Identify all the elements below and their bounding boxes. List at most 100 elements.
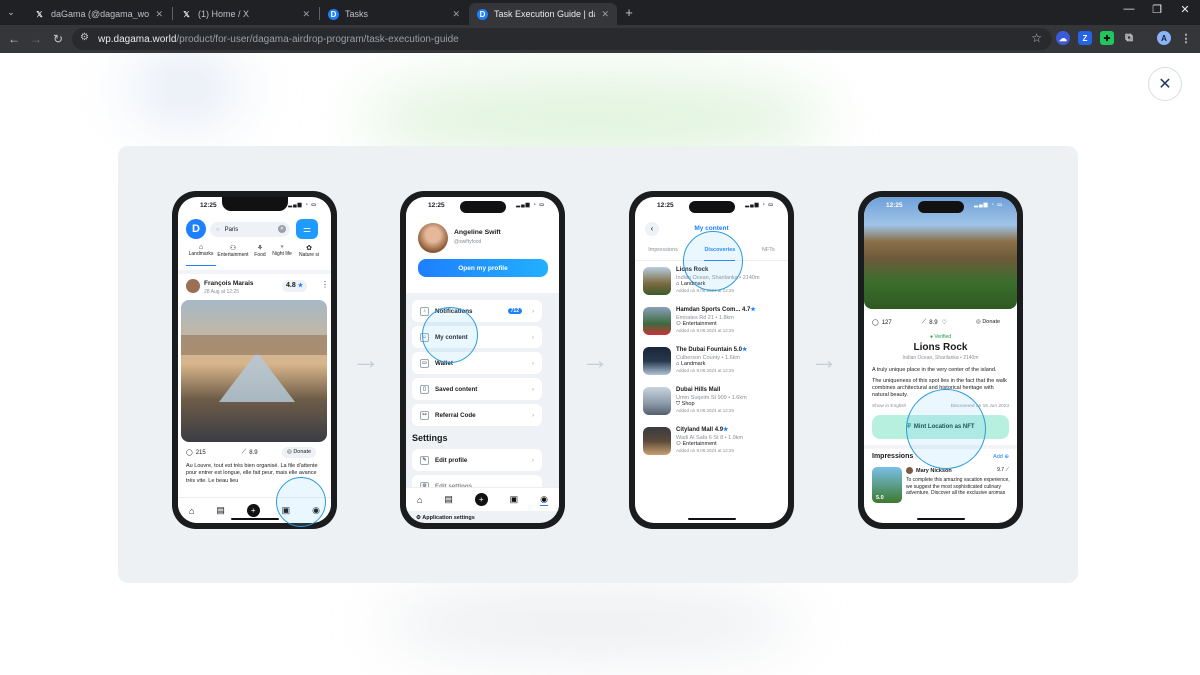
tab-night-life[interactable]: ♆ Night life bbox=[270, 244, 294, 266]
sliders-icon: ⚌ bbox=[302, 223, 312, 234]
extension-grid-icon[interactable]: ✚ bbox=[1100, 31, 1114, 45]
avatar[interactable] bbox=[418, 223, 448, 253]
list-item[interactable]: Dubai Hills Mall Umm Suqeim St 909 • 1.6k… bbox=[643, 387, 783, 423]
tab-impressions[interactable]: Impressions bbox=[648, 247, 678, 260]
profile-name: Angeline Swift bbox=[454, 229, 501, 236]
tab-food[interactable]: ⚘ Food bbox=[250, 244, 270, 266]
donate-button[interactable]: ◎ Donate bbox=[976, 319, 1000, 325]
status-time: 12:25 bbox=[428, 202, 445, 209]
menu-edit-profile[interactable]: ✎ Edit profile › bbox=[412, 449, 542, 471]
verified-label: Verified bbox=[934, 334, 952, 340]
extension-cloud-icon[interactable]: ☁ bbox=[1056, 31, 1070, 45]
search-value: Paris bbox=[224, 226, 239, 233]
bookmark-star-icon[interactable]: ☆ bbox=[1031, 31, 1042, 45]
avatar[interactable] bbox=[186, 279, 200, 293]
search-icon: ○ bbox=[216, 226, 220, 233]
reload-icon[interactable]: ↻ bbox=[49, 30, 67, 48]
show-in-english-link[interactable]: Show in English bbox=[872, 404, 906, 409]
tab-nfts[interactable]: NFTs bbox=[762, 247, 775, 260]
tab-task-execution-guide[interactable]: D Task Execution Guide | daGama ✕ bbox=[469, 3, 617, 25]
place-rating: 5.0 bbox=[733, 347, 743, 353]
window-close-icon[interactable]: ✕ bbox=[1174, 3, 1196, 16]
landmark-icon: ⌂ bbox=[198, 244, 204, 251]
home-icon[interactable]: ⌂ bbox=[417, 495, 422, 505]
added-date: Added on 8.08.2024 at 12:25 bbox=[676, 408, 735, 414]
more-icon[interactable]: ⋮ bbox=[321, 280, 329, 289]
menu-application-settings[interactable]: ⚙ Application settings bbox=[416, 515, 475, 521]
profile-icon[interactable]: ◉ bbox=[540, 494, 548, 506]
clear-icon[interactable]: ✕ bbox=[278, 225, 286, 233]
menu-label: Referral Code bbox=[435, 411, 476, 419]
map-icon[interactable]: ▤ bbox=[444, 494, 453, 505]
profile-avatar[interactable]: A bbox=[1157, 31, 1171, 45]
score[interactable]: ⟋ 8.9 bbox=[242, 449, 282, 456]
tab-dagama-x[interactable]: 𝕏 daGama (@dagama_world) / X ✕ bbox=[26, 3, 171, 25]
extensions-puzzle-icon[interactable]: ⧉ bbox=[1122, 31, 1136, 45]
home-icon[interactable]: ⌂ bbox=[189, 506, 194, 516]
search-input[interactable]: ○ Paris ✕ bbox=[210, 222, 290, 237]
category-tabs: ⌂ Landmarks ⚇ Entertainment ⚘ Food ♆ Night l… bbox=[178, 244, 331, 266]
close-icon[interactable]: ✕ bbox=[302, 9, 310, 20]
bg-glow bbox=[380, 593, 800, 653]
add-location-icon[interactable]: + bbox=[474, 493, 488, 506]
phone-screen: 12:25 ▂▄▆ ◔ ▭ ◯ 127 ⟋ 8.9 ♡ ◎ Donate ● Verif… bbox=[864, 197, 1017, 523]
donate-button[interactable]: ◎ Donate bbox=[282, 447, 317, 458]
review-score: 9.7 ⟋ bbox=[997, 467, 1009, 473]
comments-count[interactable]: ◯ 215 bbox=[186, 449, 236, 457]
home-indicator bbox=[230, 518, 279, 520]
filter-button[interactable]: ⚌ bbox=[296, 219, 318, 239]
tasks-icon[interactable]: ▣ bbox=[510, 494, 519, 505]
tab-nature[interactable]: ✿ Nature si bbox=[294, 244, 324, 266]
list-item[interactable]: Hamdan Sports Com... 4.7★ Emirates Rd 21 … bbox=[643, 307, 783, 343]
extension-z-icon[interactable]: Z bbox=[1078, 31, 1092, 45]
close-icon[interactable]: ✕ bbox=[452, 9, 460, 20]
chevron-right-icon: › bbox=[531, 333, 534, 341]
forward-arrow-icon[interactable]: → bbox=[27, 30, 45, 48]
phone-screen: 12:25 ▂▄▆ ◔ ▭ D ○ Paris ✕ ⚌ ⌂ Landmarks ⚇ En… bbox=[178, 197, 331, 523]
menu-referral-code[interactable]: ⚯ Referral Code › bbox=[412, 404, 542, 426]
minimize-icon[interactable]: — bbox=[1118, 3, 1140, 15]
tab-title: daGama (@dagama_world) / X bbox=[51, 9, 150, 19]
score[interactable]: ⟋ 8.9 ♡ bbox=[922, 319, 947, 326]
menu-label: Saved content bbox=[435, 385, 478, 393]
close-icon[interactable]: ✕ bbox=[601, 9, 609, 20]
url-host: wp.dagama.world bbox=[98, 33, 177, 45]
heart-icon[interactable]: ♡ bbox=[942, 319, 947, 326]
status-time: 12:25 bbox=[200, 202, 217, 209]
bell-icon: ♪ bbox=[420, 306, 429, 316]
restore-icon[interactable]: ❐ bbox=[1146, 3, 1168, 16]
divider bbox=[178, 270, 331, 274]
notification-badge: 712 bbox=[507, 308, 522, 314]
list-item[interactable]: Cityland Mall 4.9★ Wadi Al Safa 6 St 8 • … bbox=[643, 427, 783, 463]
address-bar[interactable]: ⚙ wp.dagama.world/product/for-user/dagam… bbox=[72, 28, 1052, 50]
tab-entertainment[interactable]: ⚇ Entertainment bbox=[216, 244, 250, 266]
menu-kebab-icon[interactable]: ⋮ bbox=[1179, 31, 1193, 45]
close-guide-button[interactable]: ✕ bbox=[1148, 67, 1182, 101]
back-arrow-icon[interactable]: ← bbox=[5, 30, 23, 48]
comments-count[interactable]: ◯ 127 bbox=[872, 319, 892, 327]
tab-search-chevron-icon[interactable]: ⌄ bbox=[2, 3, 20, 21]
add-impression-button[interactable]: Add ⊕ bbox=[993, 454, 1009, 460]
close-icon[interactable]: ✕ bbox=[155, 9, 163, 20]
site-info-icon[interactable]: ⚙ bbox=[80, 32, 89, 43]
tab-landmarks[interactable]: ⌂ Landmarks bbox=[186, 244, 216, 266]
menu-label: Edit profile bbox=[435, 456, 468, 464]
post-author[interactable]: François Marais bbox=[204, 280, 254, 287]
added-date: Added on 8.08.2024 at 12:25 bbox=[676, 328, 735, 334]
tab-tasks[interactable]: D Tasks ✕ bbox=[320, 3, 468, 25]
tab-home-x[interactable]: 𝕏 (1) Home / X ✕ bbox=[173, 3, 318, 25]
post-photo-louvre[interactable] bbox=[181, 300, 327, 442]
add-location-icon[interactable]: + bbox=[246, 504, 260, 517]
new-tab-plus-icon[interactable]: + bbox=[620, 3, 638, 21]
comments-value: 215 bbox=[195, 449, 206, 456]
impression-thumbnail[interactable]: 5.0 bbox=[872, 467, 902, 503]
tab-title: (1) Home / X bbox=[198, 9, 250, 19]
phone-screen: 12:25 ▂▄▆ ◔ ▭ Angeline Swift @swiftyfood … bbox=[406, 197, 559, 523]
place-photo-lions-rock[interactable] bbox=[864, 197, 1017, 309]
map-icon[interactable]: ▤ bbox=[216, 505, 225, 516]
review-score-value: 9.7 bbox=[997, 467, 1005, 473]
review-text: To complete this amazing vacation experi… bbox=[906, 477, 1010, 496]
menu-saved-content[interactable]: ▯ Saved content › bbox=[412, 378, 542, 400]
list-item[interactable]: The Dubai Fountain 5.0★ Culberson County … bbox=[643, 347, 783, 383]
open-profile-button[interactable]: Open my profile bbox=[418, 259, 548, 277]
